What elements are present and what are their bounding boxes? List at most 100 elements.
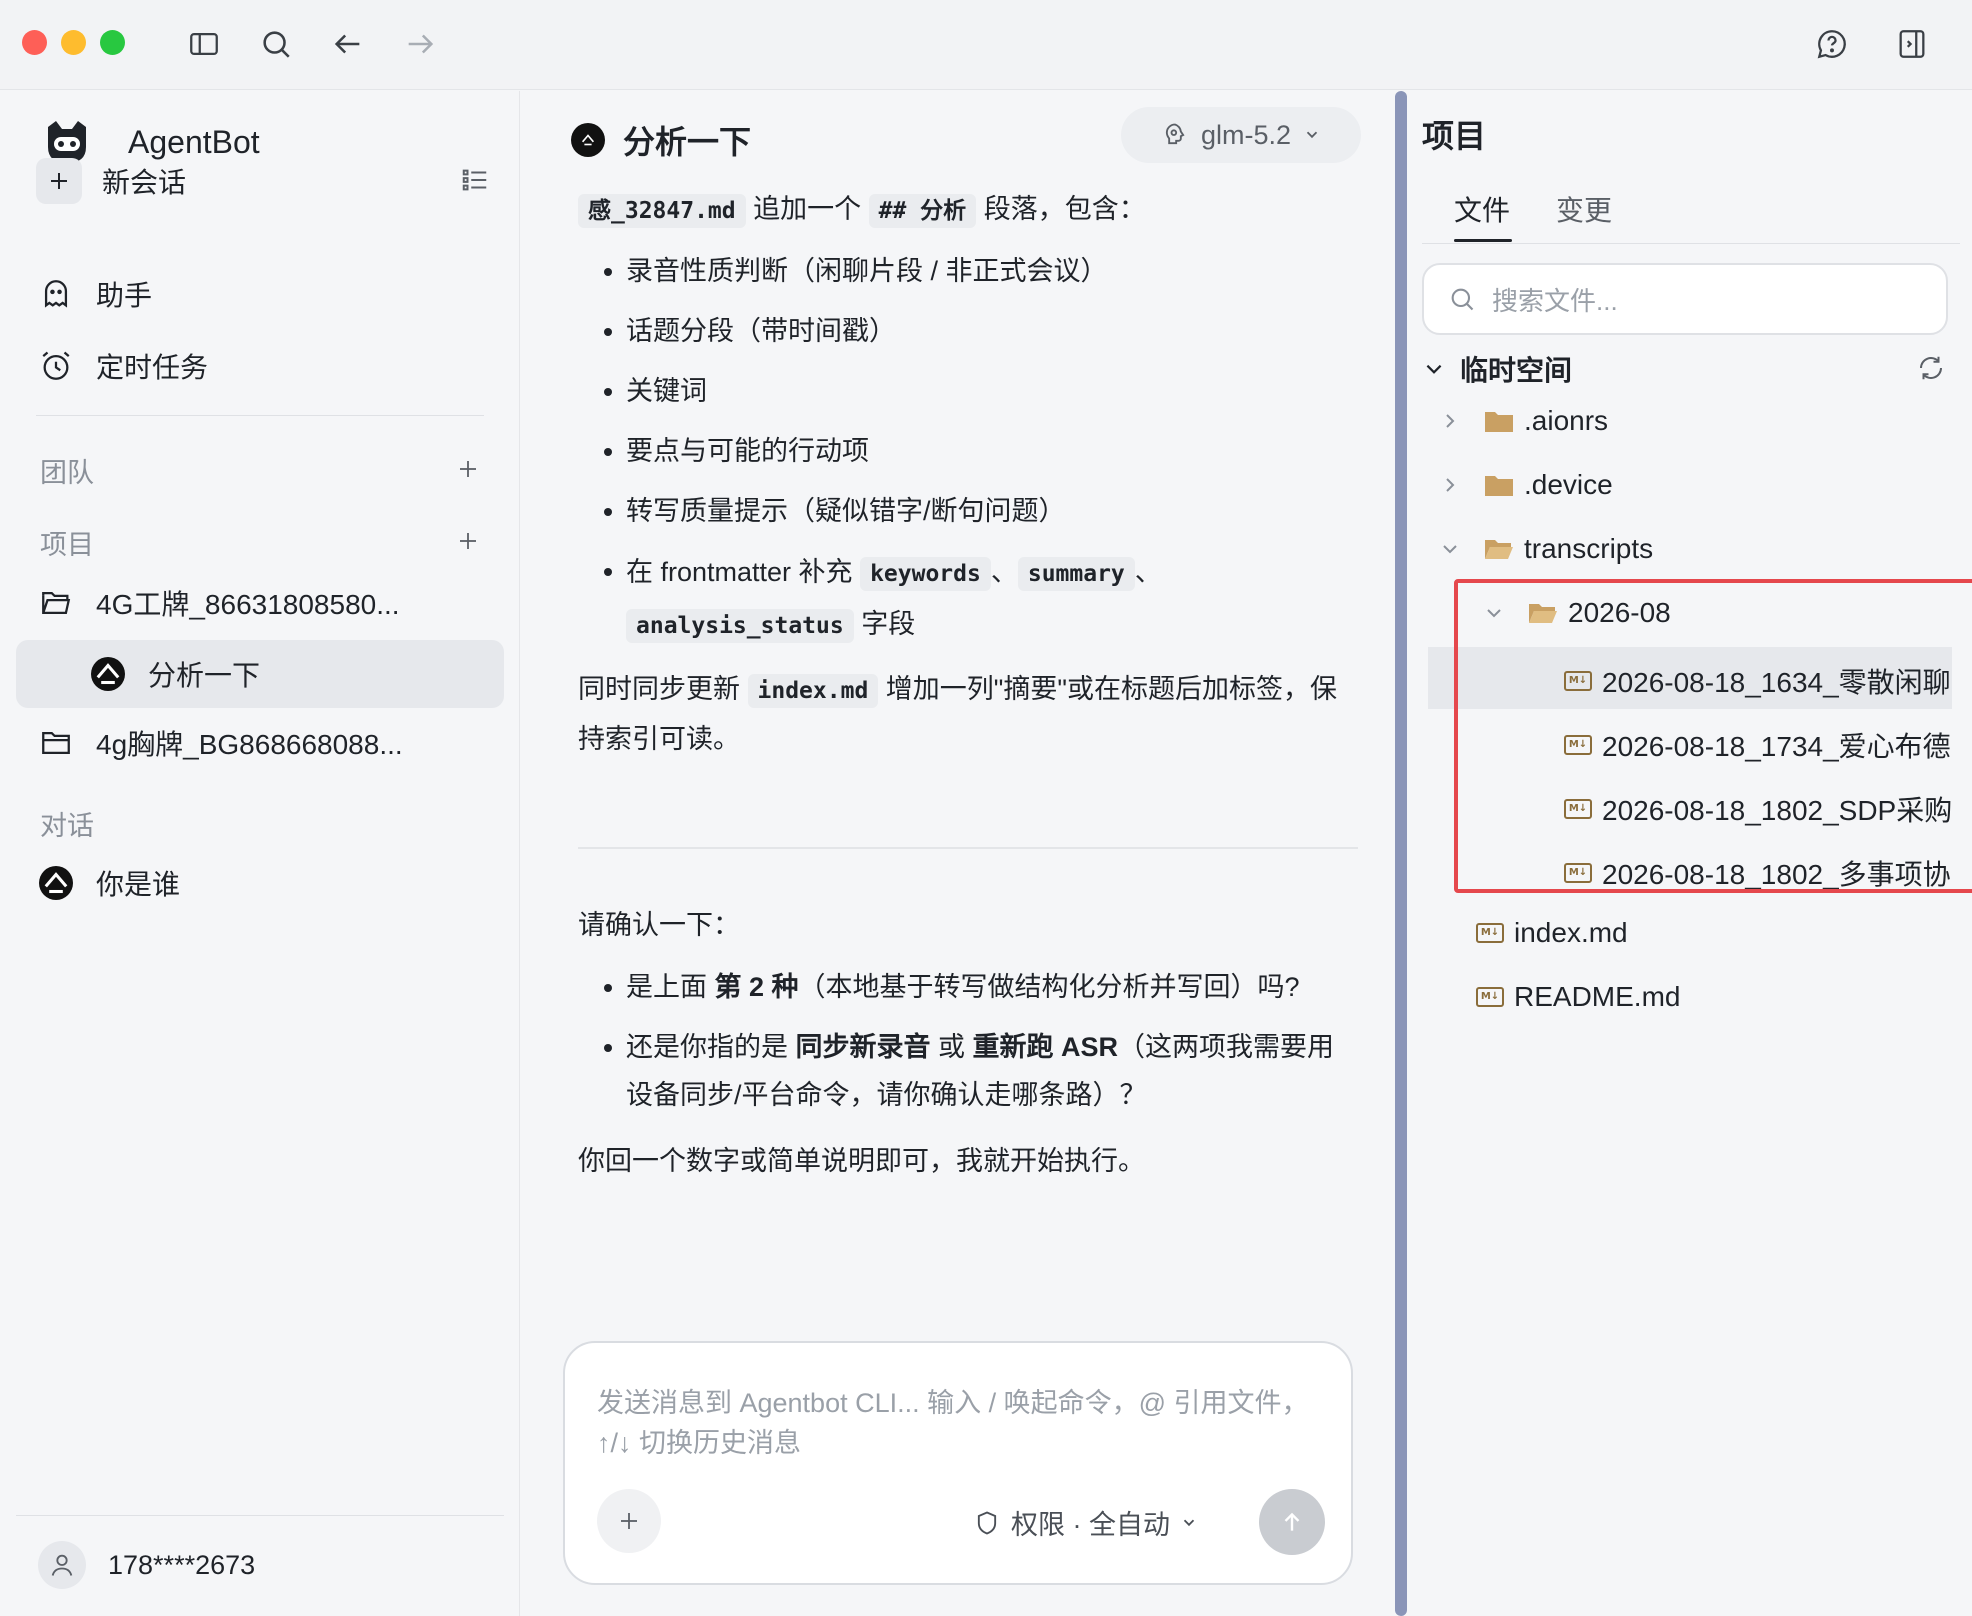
assistant-nav-item[interactable]: 助手 xyxy=(36,274,152,314)
text: 、 xyxy=(1134,557,1162,587)
dialog-section-label: 对话 xyxy=(40,811,94,841)
text: 同时同步更新 xyxy=(578,674,748,704)
attach-button[interactable] xyxy=(597,1489,661,1553)
inline-code: summary xyxy=(1017,557,1135,591)
plus-icon xyxy=(621,1513,637,1529)
message-paragraph: 感_32847.md 追加一个 ## 分析 段落，包含： xyxy=(578,185,1358,235)
sidebar-divider xyxy=(36,415,484,416)
bold-text: 重新跑 ASR xyxy=(972,1032,1119,1062)
tree-item-label: .aionrs xyxy=(1524,405,1609,436)
tree-file[interactable]: M↓ README.md xyxy=(1476,981,1680,1013)
tree-item-label: README.md xyxy=(1514,981,1681,1012)
inline-code: ## 分析 xyxy=(868,194,977,228)
toggle-right-panel-icon[interactable] xyxy=(1892,24,1932,64)
project-item[interactable]: 4G工牌_86631808580... xyxy=(36,583,400,623)
add-team-button[interactable] xyxy=(452,453,484,485)
tree-item-label: transcripts xyxy=(1524,533,1654,564)
help-chat-icon[interactable] xyxy=(1812,24,1852,64)
inline-code: 感_32847.md xyxy=(578,194,746,228)
analysis-list: 录音性质判断（闲聊片段 / 非正式会议） 话题分段（带时间戳） 关键词 要点与可… xyxy=(578,247,1358,651)
permission-label: 权限 · 全自动 xyxy=(1011,1510,1170,1540)
refresh-icon[interactable] xyxy=(1916,353,1946,388)
tree-folder[interactable]: transcripts xyxy=(1438,533,1653,565)
tree-item-label: index.md xyxy=(1514,917,1628,948)
chevron-down-icon xyxy=(1438,537,1462,561)
dialog-title: 你是谁 xyxy=(96,869,181,900)
chat-avatar-icon xyxy=(571,123,605,157)
toggle-sidebar-icon[interactable] xyxy=(184,24,224,64)
tree-file[interactable]: M↓ index.md xyxy=(1476,917,1628,949)
project-section-label: 项目 xyxy=(40,530,94,560)
chevron-right-icon xyxy=(1438,473,1462,497)
user-phone: 178****2673 xyxy=(108,1549,256,1580)
list-item: 关键词 xyxy=(578,367,1358,415)
model-name: glm-5.2 xyxy=(1200,119,1292,150)
file-search-placeholder: 搜索文件... xyxy=(1492,285,1618,316)
forward-arrow-icon[interactable] xyxy=(400,24,440,64)
alarm-clock-icon xyxy=(36,346,76,386)
close-window-button[interactable] xyxy=(22,30,47,55)
folder-open-icon xyxy=(36,583,76,623)
file-search-input[interactable]: 搜索文件... xyxy=(1422,263,1948,335)
assistant-label: 助手 xyxy=(96,280,153,311)
chat-list-icon[interactable] xyxy=(460,165,490,200)
arrow-up-icon xyxy=(1284,1512,1300,1531)
send-button[interactable] xyxy=(1259,1489,1325,1555)
session-item[interactable]: 分析一下 xyxy=(88,654,260,694)
dialog-item[interactable]: 你是谁 xyxy=(36,863,180,903)
shield-icon xyxy=(977,1510,997,1534)
question-list: 是上面 第 2 种（本地基于转写做结构化分析并写回）吗? 还是你指的是 同步新录… xyxy=(578,963,1358,1119)
panel-resize-handle[interactable] xyxy=(1395,91,1407,1616)
text: 或 xyxy=(930,1032,973,1062)
scheduled-tasks-label: 定时任务 xyxy=(96,352,209,383)
chat-title: 分析一下 xyxy=(623,124,752,160)
tab-changes[interactable]: 变更 xyxy=(1556,189,1612,229)
list-item: 还是你指的是 同步新录音 或 重新跑 ASR（这两项我需要用设备同步/平台命令，… xyxy=(578,1023,1358,1119)
list-item: 录音性质判断（闲聊片段 / 非正式会议） xyxy=(578,247,1358,295)
message-composer[interactable]: 发送消息到 Agentbot CLI... 输入 / 唤起命令，@ 引用文件，↑… xyxy=(563,1341,1353,1585)
inline-code: keywords xyxy=(860,557,991,591)
message-divider xyxy=(578,847,1358,849)
text: 追加一个 xyxy=(745,194,869,224)
user-account-button[interactable]: 178****2673 xyxy=(38,1541,255,1589)
search-icon xyxy=(1451,288,1474,311)
project-name: 4G工牌_86631808580... xyxy=(96,589,400,620)
plus-icon xyxy=(36,158,82,204)
model-selector[interactable]: glm-5.2 xyxy=(1121,107,1361,163)
chevron-down-icon xyxy=(1422,357,1446,381)
text: 字段 xyxy=(853,609,916,639)
chevron-right-icon xyxy=(1438,409,1462,433)
tree-item-label: .device xyxy=(1524,469,1613,500)
assistant-message: 感_32847.md 追加一个 ## 分析 段落，包含： 录音性质判断（闲聊片段… xyxy=(578,185,1358,763)
tree-folder[interactable]: .aionrs xyxy=(1438,405,1608,437)
back-arrow-icon[interactable] xyxy=(328,24,368,64)
team-section-label: 团队 xyxy=(40,458,94,488)
permission-selector[interactable]: 权限 · 全自动 xyxy=(973,1503,1198,1542)
project-item[interactable]: 4g胸牌_BG868668088... xyxy=(36,723,403,763)
new-chat-button[interactable]: 新会话 xyxy=(36,158,186,204)
tree-folder[interactable]: .device xyxy=(1438,469,1613,501)
list-item: 话题分段（带时间戳） xyxy=(578,307,1358,355)
minimize-window-button[interactable] xyxy=(61,30,86,55)
chevron-down-icon xyxy=(1306,131,1318,139)
folder-icon xyxy=(1485,412,1513,432)
sidebar: AgentBot 新会话 助手 定时任务 团队 项目 4G工牌_86631808… xyxy=(0,91,520,1616)
project-name: 4g胸牌_BG868668088... xyxy=(96,729,403,760)
folder-icon xyxy=(36,723,76,763)
zoom-window-button[interactable] xyxy=(100,30,125,55)
active-tab-indicator xyxy=(1454,239,1512,242)
list-item: 在 frontmatter 补充 keywords、 summary、 analys… xyxy=(578,547,1358,651)
composer-input[interactable]: 发送消息到 Agentbot CLI... 输入 / 唤起命令，@ 引用文件，↑… xyxy=(597,1383,1317,1463)
chevron-down-icon xyxy=(1183,1519,1195,1526)
scheduled-tasks-nav-item[interactable]: 定时任务 xyxy=(36,346,208,386)
dialog-avatar-icon xyxy=(36,863,76,903)
add-project-button[interactable] xyxy=(452,525,484,557)
tab-files[interactable]: 文件 xyxy=(1454,189,1510,229)
workspace-root[interactable]: 临时空间 xyxy=(1422,349,1572,389)
ghost-icon xyxy=(36,274,76,314)
session-avatar-icon xyxy=(88,654,128,694)
list-item: 要点与可能的行动项 xyxy=(578,427,1358,475)
text: （本地基于转写做结构化分析并写回）吗? xyxy=(798,972,1300,1002)
folder-open-icon xyxy=(1485,540,1513,559)
search-icon[interactable] xyxy=(256,24,296,64)
